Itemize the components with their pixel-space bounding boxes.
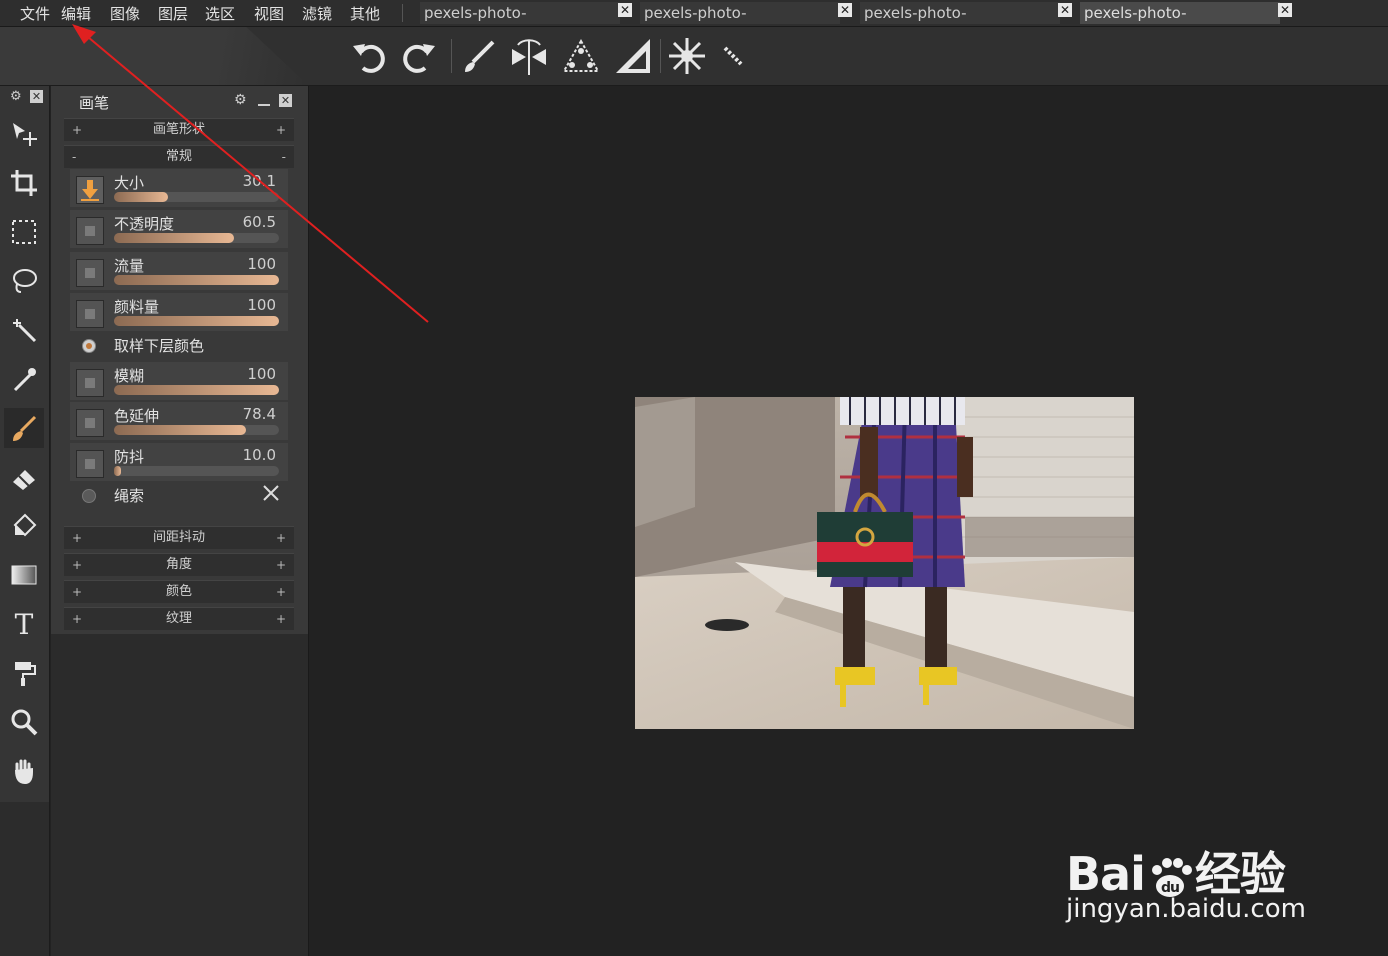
stabilizer-value: 10.0 xyxy=(242,446,276,464)
paint-bucket-icon[interactable] xyxy=(4,506,44,546)
tab-document-3[interactable]: pexels-photo-920735.jpeg xyxy=(860,2,1060,44)
lasso-label: 绳索 xyxy=(114,487,145,505)
sample-below-radio[interactable] xyxy=(82,339,96,353)
annotation-arrow xyxy=(72,24,429,323)
paint-roller-icon[interactable] xyxy=(4,653,44,693)
section-label: 间距抖动 xyxy=(152,530,205,545)
color-stretch-label: 色延伸 xyxy=(114,407,160,425)
tab-document-2[interactable]: pexels-photo-914668.jpeg xyxy=(640,2,840,44)
symmetry-icon[interactable] xyxy=(508,35,550,77)
tab-document-4[interactable]: pexels-photo-932401.jpeg xyxy=(1080,2,1280,44)
section-label: 纹理 xyxy=(165,611,192,626)
blur-value: 100 xyxy=(247,365,276,383)
tools-icon[interactable] xyxy=(262,484,280,506)
eyedropper-icon[interactable] xyxy=(4,359,44,399)
blur-fill xyxy=(114,385,279,395)
color-stretch-pressure-toggle[interactable] xyxy=(76,409,104,437)
zoom-icon[interactable] xyxy=(4,702,44,742)
tab-close-icon[interactable]: ✕ xyxy=(1278,3,1292,17)
section-texture[interactable]: + 纹理 + xyxy=(64,607,294,630)
eraser-icon[interactable] xyxy=(4,457,44,497)
section-color[interactable]: + 颜色 + xyxy=(64,580,294,603)
stabilizer-pressure-toggle[interactable] xyxy=(76,450,104,478)
toolbar-divider xyxy=(660,39,661,73)
tab-close-icon[interactable]: ✕ xyxy=(838,3,852,17)
color-stretch-slider[interactable]: 色延伸 78.4 xyxy=(70,402,288,440)
brush-tool-icon[interactable] xyxy=(4,408,44,448)
stabilizer-fill xyxy=(114,466,121,476)
stabilizer-slider[interactable]: 防抖 10.0 xyxy=(70,443,288,481)
blur-track[interactable] xyxy=(114,385,279,395)
color-stretch-value: 78.4 xyxy=(242,405,276,423)
lasso-option[interactable]: 绳索 xyxy=(70,481,288,511)
hand-icon[interactable] xyxy=(4,751,44,791)
stabilizer-track[interactable] xyxy=(114,466,279,476)
toolbar-divider xyxy=(451,39,452,73)
sample-below-option[interactable]: 取样下层颜色 xyxy=(70,331,288,361)
text-icon[interactable]: T xyxy=(4,604,44,644)
mirror-brush-icon[interactable] xyxy=(560,35,602,77)
brush-icon[interactable] xyxy=(458,35,500,77)
color-stretch-fill xyxy=(114,425,246,435)
lasso-radio[interactable] xyxy=(82,489,96,503)
watermark-site: jingyan.baidu.com xyxy=(1066,894,1306,924)
paw-icon: du xyxy=(1145,856,1195,900)
section-label: 角度 xyxy=(165,557,192,572)
sample-below-label: 取样下层颜色 xyxy=(114,337,205,355)
blur-label: 模糊 xyxy=(114,367,145,385)
watermark-brand: Bai xyxy=(1066,847,1146,901)
snowflake-icon[interactable] xyxy=(666,35,708,77)
section-angle[interactable]: + 角度 + xyxy=(64,553,294,576)
gradient-icon[interactable] xyxy=(4,555,44,595)
color-stretch-track[interactable] xyxy=(114,425,279,435)
stabilizer-label: 防抖 xyxy=(114,448,145,466)
tab-document-1[interactable]: pexels-photo-911601.jpeg xyxy=(420,2,620,44)
line-icon[interactable] xyxy=(712,35,754,77)
document-photo[interactable] xyxy=(635,397,1134,729)
blur-slider[interactable]: 模糊 100 xyxy=(70,362,288,400)
section-label: 颜色 xyxy=(165,584,192,599)
tab-close-icon[interactable]: ✕ xyxy=(1058,3,1072,17)
section-spacing-jitter[interactable]: + 间距抖动 + xyxy=(64,526,294,549)
ruler-icon[interactable] xyxy=(612,35,654,77)
blur-pressure-toggle[interactable] xyxy=(76,369,104,397)
tab-close-icon[interactable]: ✕ xyxy=(618,3,632,17)
tool-column-footer xyxy=(0,802,50,956)
watermark-brand-2: 经验 xyxy=(1194,847,1286,901)
